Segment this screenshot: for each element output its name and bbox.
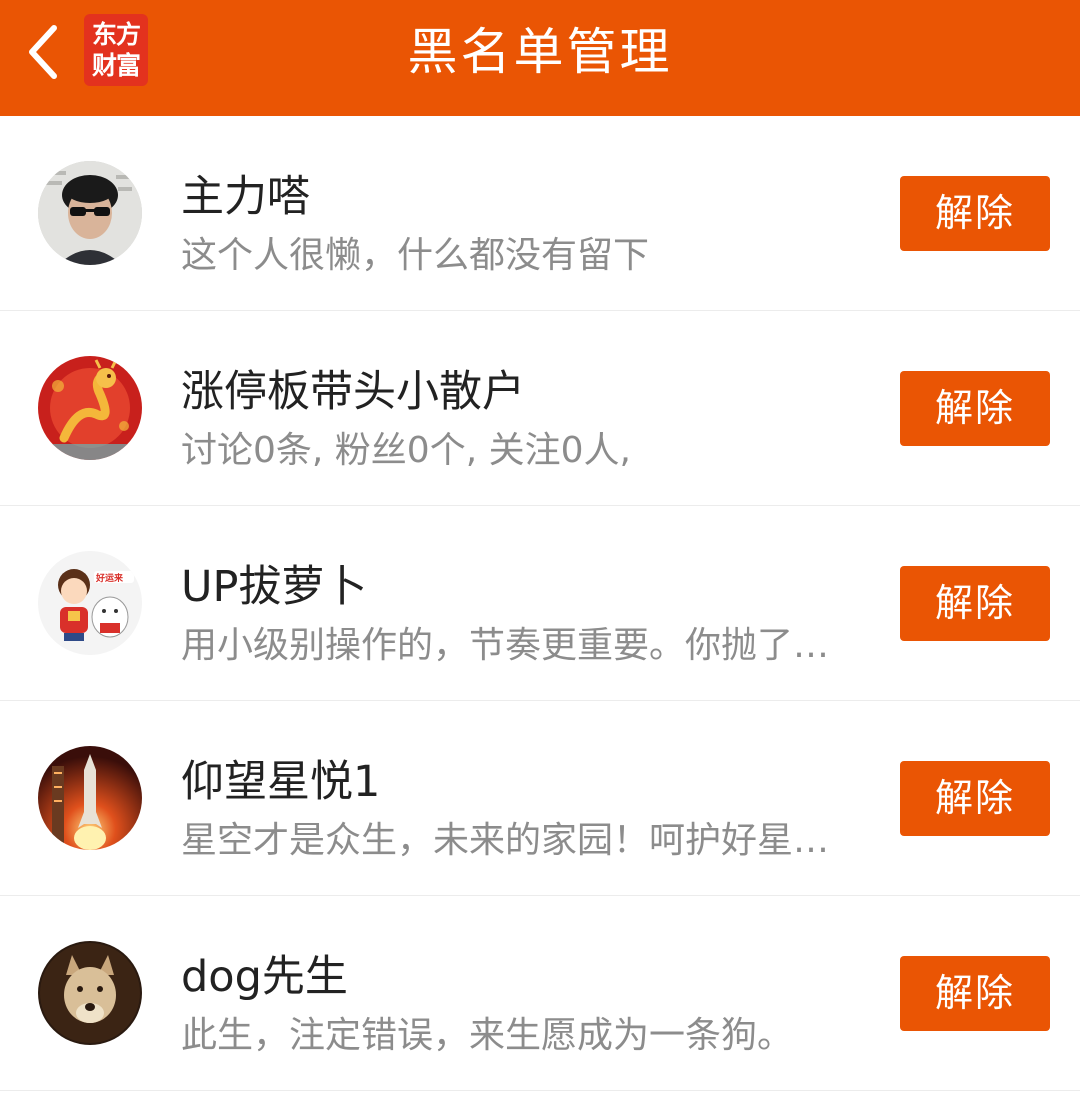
user-name: UP拔萝卜 — [181, 562, 368, 612]
avatar[interactable]: 好运来 — [38, 551, 142, 655]
unblock-button[interactable]: 解除 — [900, 761, 1050, 836]
user-description: 此生，注定错误，来生愿成为一条狗。 — [181, 1015, 794, 1056]
rocket-launch-avatar-icon — [38, 746, 142, 850]
avatar[interactable] — [38, 941, 142, 1045]
user-description: 星空才是众生，未来的家园！呵护好星… — [181, 820, 830, 861]
blacklist: 主力嗒 这个人很懒，什么都没有留下 解除 涨停板带头小散户 讨论0条, 粉丝0个… — [0, 116, 1080, 1091]
list-item: 仰望星悦1 星空才是众生，未来的家园！呵护好星… 解除 — [0, 701, 1080, 896]
user-name: 涨停板带头小散户 — [181, 367, 525, 417]
unblock-button[interactable]: 解除 — [900, 371, 1050, 446]
user-name: 仰望星悦1 — [181, 757, 381, 807]
avatar[interactable] — [38, 161, 142, 265]
unblock-button[interactable]: 解除 — [900, 956, 1050, 1031]
list-item: 好运来 UP拔萝卜 用小级别操作的，节奏更重要。你抛了… 解除 — [0, 506, 1080, 701]
person-sunglasses-avatar-icon — [38, 161, 142, 265]
list-item: dog先生 此生，注定错误，来生愿成为一条狗。 解除 — [0, 896, 1080, 1091]
cartoon-boy-lucky-cat-avatar-icon: 好运来 — [38, 551, 142, 655]
user-name: 主力嗒 — [181, 172, 310, 222]
user-name: dog先生 — [181, 952, 348, 1002]
avatar[interactable] — [38, 746, 142, 850]
top-bar: 东方 财富 黑名单管理 — [0, 0, 1080, 116]
unblock-button[interactable]: 解除 — [900, 176, 1050, 251]
dragon-avatar-icon — [38, 356, 142, 460]
user-description: 讨论0条, 粉丝0个, 关注0人, — [181, 430, 631, 471]
user-description: 用小级别操作的，节奏更重要。你抛了… — [181, 625, 830, 666]
unblock-button[interactable]: 解除 — [900, 566, 1050, 641]
list-item: 涨停板带头小散户 讨论0条, 粉丝0个, 关注0人, 解除 — [0, 311, 1080, 506]
page-title: 黑名单管理 — [407, 23, 673, 81]
svg-text:好运来: 好运来 — [95, 572, 124, 584]
dog-avatar-icon — [38, 941, 142, 1045]
user-description: 这个人很懒，什么都没有留下 — [181, 235, 650, 276]
avatar[interactable] — [38, 356, 142, 460]
list-item: 主力嗒 这个人很懒，什么都没有留下 解除 — [0, 116, 1080, 311]
